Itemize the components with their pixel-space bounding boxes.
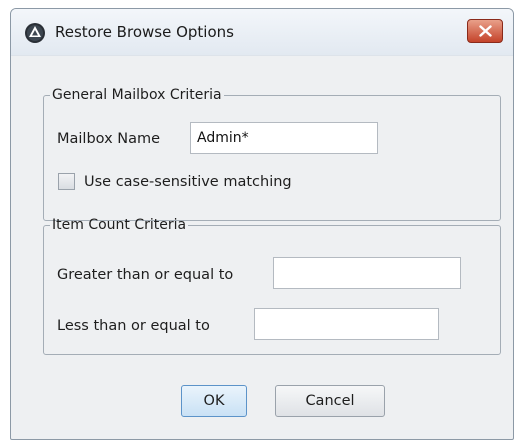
general-mailbox-criteria-legend: General Mailbox Criteria [52,87,222,103]
app-logo-icon [24,22,46,44]
ok-button[interactable]: OK [181,385,247,417]
less-than-label: Less than or equal to [57,318,210,334]
less-than-input[interactable] [254,308,439,340]
dialog-content: General Mailbox Criteria Mailbox Name Us… [11,55,513,439]
mailbox-name-input[interactable] [190,122,378,154]
case-sensitive-checkbox[interactable] [58,173,75,190]
case-sensitive-label: Use case-sensitive matching [84,174,292,190]
general-mailbox-criteria-group: General Mailbox Criteria [43,87,501,221]
dialog-window: Restore Browse Options General Mailbox C… [10,8,514,440]
greater-than-label: Greater than or equal to [57,267,234,283]
greater-than-input[interactable] [273,257,461,289]
close-button[interactable] [467,19,503,43]
item-count-criteria-legend: Item Count Criteria [52,217,187,233]
mailbox-name-label: Mailbox Name [57,131,161,147]
cancel-button[interactable]: Cancel [275,385,385,417]
close-icon [479,25,492,37]
title-bar[interactable]: Restore Browse Options [11,9,513,56]
window-title: Restore Browse Options [55,23,234,41]
